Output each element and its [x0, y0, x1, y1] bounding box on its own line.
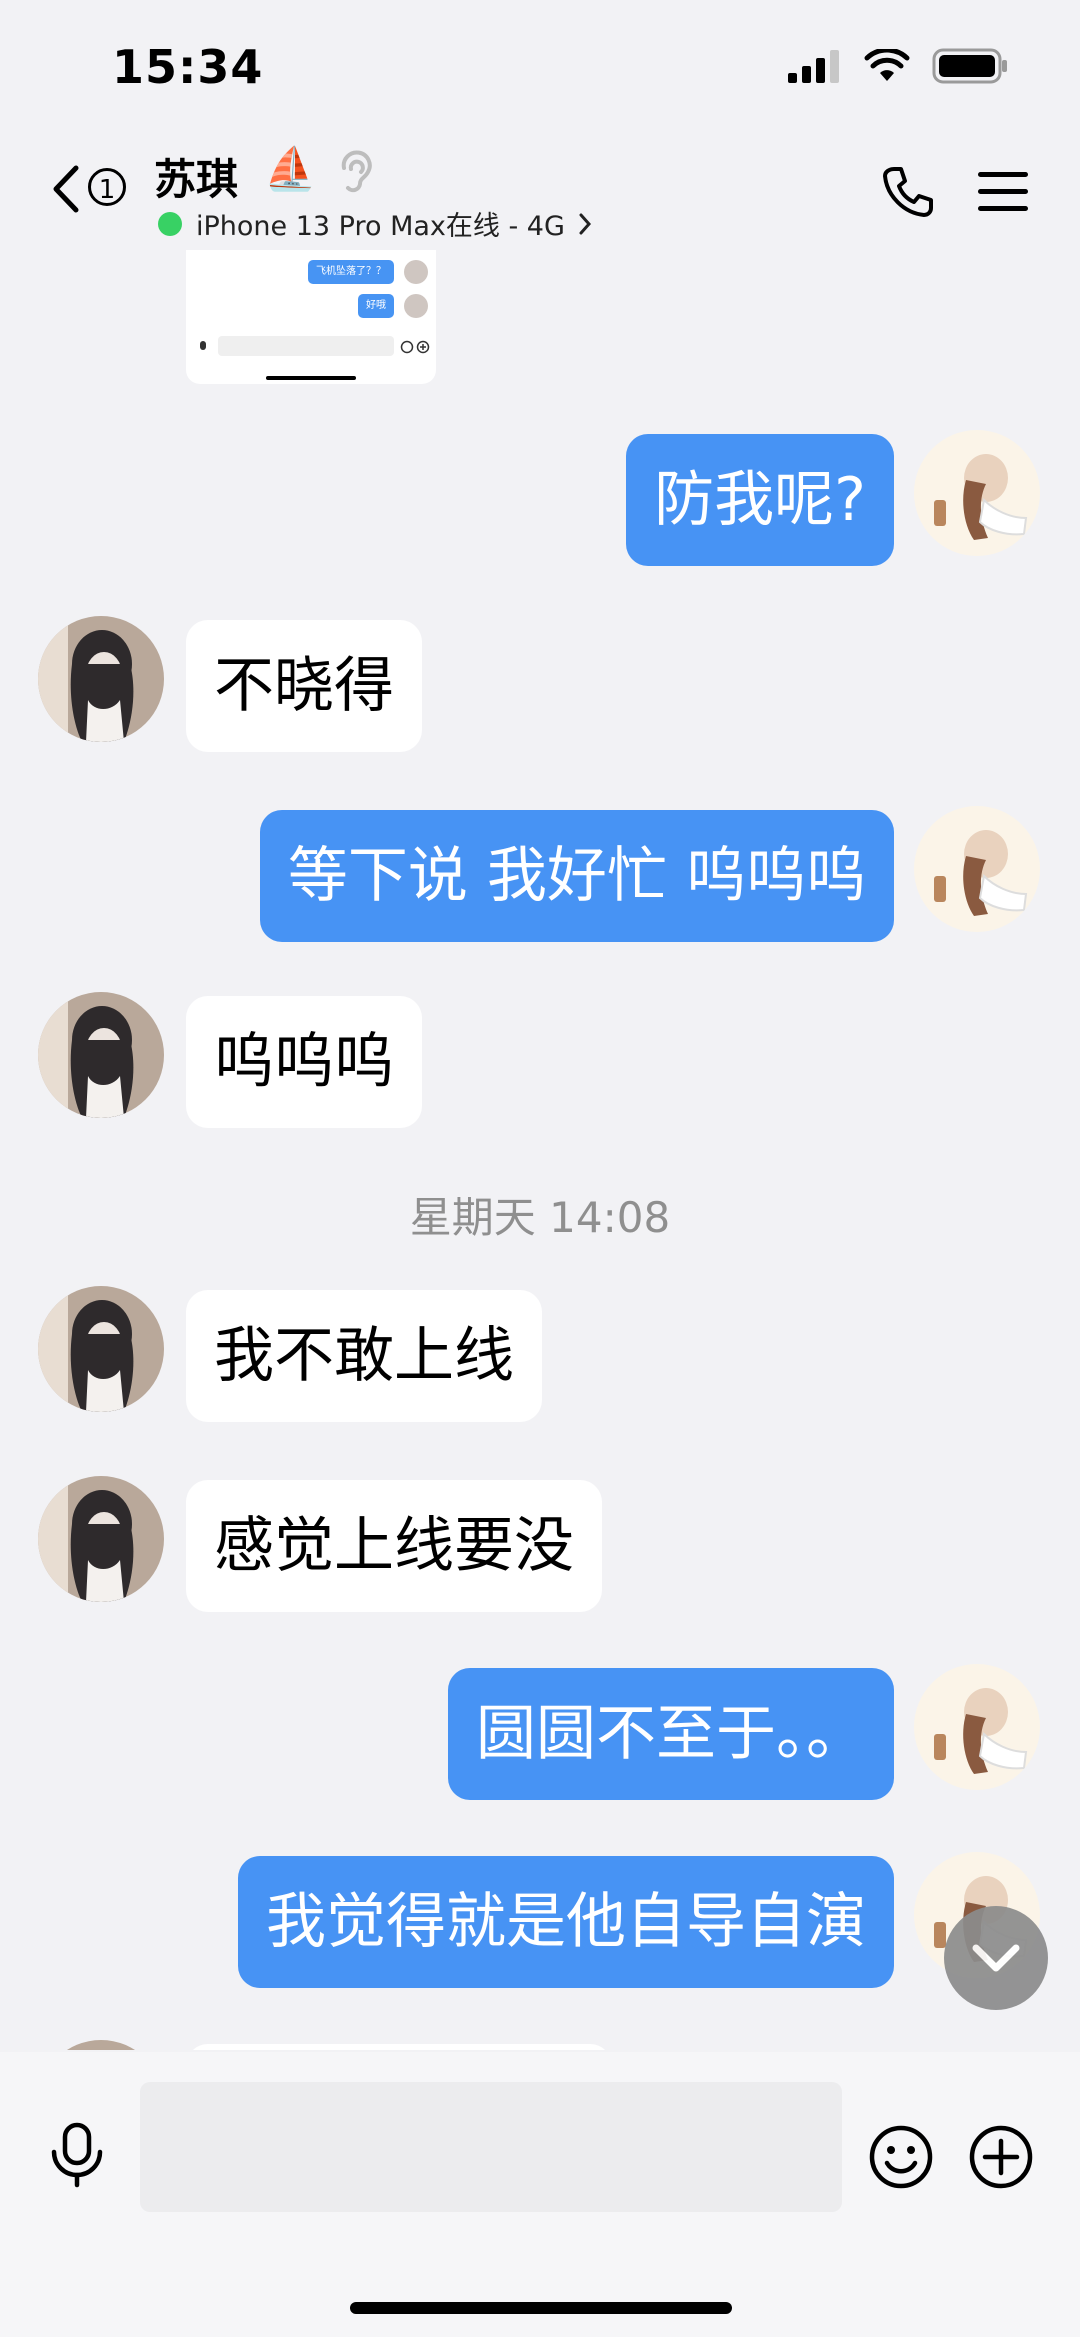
- thumb-plus-icon: [416, 340, 430, 354]
- status-time: 15:34: [112, 40, 264, 94]
- incoming-message-bubble[interactable]: 我不敢上线: [186, 1290, 542, 1422]
- thumb-avatar: [404, 260, 428, 284]
- my-avatar[interactable]: [914, 1664, 1040, 1790]
- scroll-to-bottom-button[interactable]: [944, 1906, 1048, 2010]
- contact-avatar[interactable]: [38, 616, 164, 742]
- incoming-message-bubble[interactable]: 感觉上线要没: [186, 1480, 602, 1612]
- thumb-input: [218, 336, 394, 356]
- contact-name[interactable]: 苏琪: [154, 146, 238, 207]
- presence-text: iPhone 13 Pro Max在线 - 4G: [196, 211, 565, 242]
- thumb-home-indicator: [266, 376, 356, 380]
- sailboat-emoji: ⛵: [264, 144, 317, 193]
- input-bar: [0, 2052, 1080, 2337]
- contact-avatar[interactable]: [38, 1286, 164, 1412]
- presence-status[interactable]: iPhone 13 Pro Max在线 - 4G: [158, 204, 593, 243]
- ear-icon[interactable]: [336, 150, 376, 196]
- home-indicator: [350, 2302, 732, 2314]
- thumb-avatar: [404, 294, 428, 318]
- my-avatar[interactable]: [914, 806, 1040, 932]
- menu-icon[interactable]: [976, 170, 1030, 214]
- thumb-bubble: 好哦: [358, 294, 394, 318]
- shared-screenshot-image[interactable]: 飞机坠落了？？ 好哦: [186, 250, 436, 384]
- wifi-icon: [864, 49, 910, 81]
- status-bar: 15:34: [0, 0, 1080, 140]
- plus-icon[interactable]: [968, 2124, 1034, 2190]
- contact-avatar[interactable]: [38, 2040, 164, 2050]
- message-list[interactable]: 飞机坠落了？？ 好哦 防我呢? 不晓得 等下说 我好忙 呜呜呜 呜呜呜 星期天 …: [0, 250, 1080, 2050]
- chevron-down-icon: [972, 1944, 1020, 1972]
- incoming-message-bubble[interactable]: 呜呜呜: [186, 996, 422, 1128]
- online-dot: [158, 211, 182, 236]
- emoji-icon[interactable]: [868, 2124, 934, 2190]
- microphone-icon[interactable]: [46, 2122, 108, 2188]
- outgoing-message-bubble[interactable]: 圆圆不至于。。: [448, 1668, 894, 1800]
- incoming-message-bubble[interactable]: 不晓得: [186, 620, 422, 752]
- outgoing-message-bubble[interactable]: 等下说 我好忙 呜呜呜: [259, 810, 894, 942]
- contact-avatar[interactable]: [38, 992, 164, 1118]
- signal-icon: [788, 50, 839, 83]
- time-separator: 星期天 14:08: [409, 1193, 671, 1242]
- chat-header: 1 苏琪 ⛵ iPhone 13 Pro Max在线 - 4G: [0, 140, 1080, 250]
- thumb-mic-icon: [200, 341, 206, 350]
- battery-icon: [932, 48, 1007, 84]
- thumb-emoji-icon: [400, 340, 414, 354]
- back-icon: [53, 165, 79, 213]
- phone-icon[interactable]: [880, 164, 936, 220]
- back-button[interactable]: 1: [48, 162, 140, 218]
- chevron-right-icon: [579, 213, 591, 234]
- unread-count-badge: 1: [88, 168, 126, 206]
- incoming-message-bubble-partial[interactable]: [186, 2044, 612, 2050]
- contact-avatar[interactable]: [38, 1476, 164, 1602]
- my-avatar[interactable]: [914, 430, 1040, 556]
- thumb-bubble: 飞机坠落了？？: [308, 260, 394, 284]
- outgoing-message-bubble[interactable]: 我觉得就是他自导自演: [238, 1856, 894, 1988]
- status-icons: [788, 48, 1008, 84]
- message-input[interactable]: [140, 2082, 842, 2212]
- outgoing-message-bubble[interactable]: 防我呢?: [626, 434, 894, 566]
